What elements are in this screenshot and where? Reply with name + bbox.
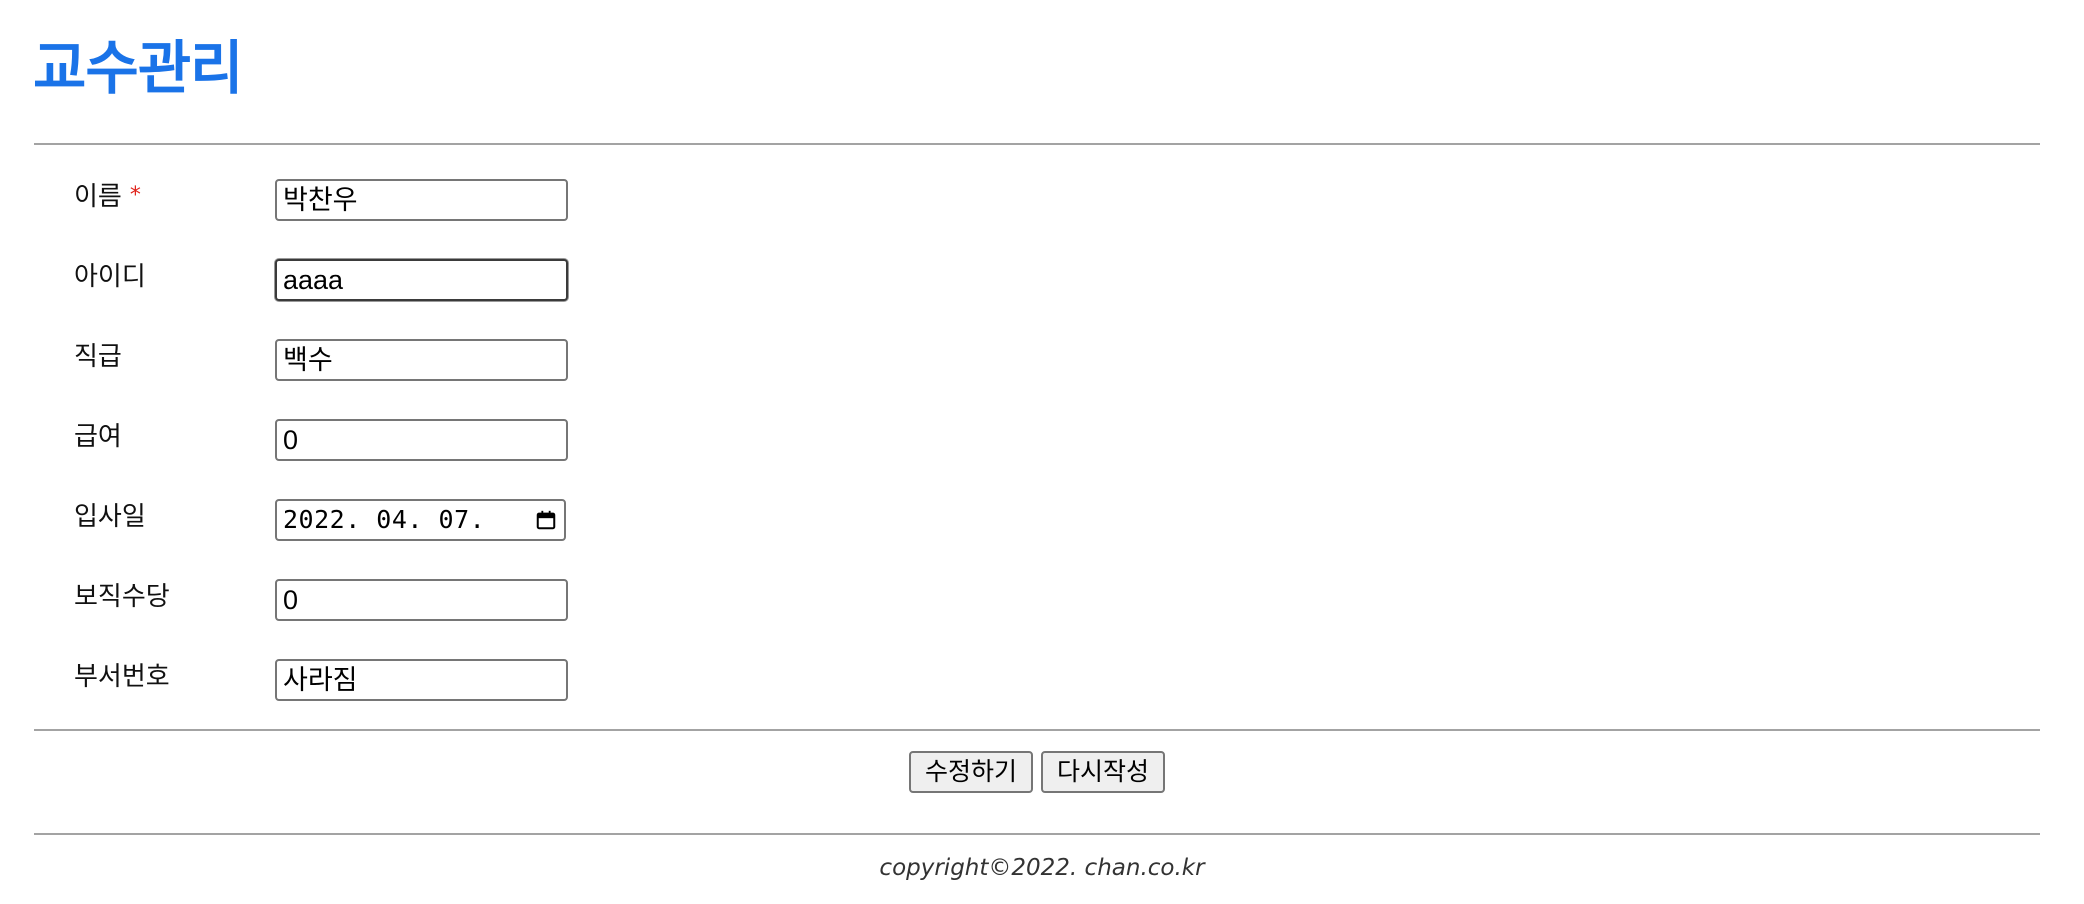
- header-divider: [34, 143, 2040, 145]
- form-row-id: 아이디 aaaa: [0, 259, 700, 304]
- form-row-hire-date: 입사일 2022. 04. 07.: [0, 499, 700, 544]
- form-row-salary: 급여 0: [0, 419, 700, 464]
- form-row-position: 직급 백수: [0, 339, 700, 384]
- required-mark: *: [129, 183, 141, 208]
- reset-button[interactable]: 다시작성: [1041, 751, 1165, 793]
- hire-date-value: 2022. 04. 07.: [283, 505, 486, 534]
- id-input[interactable]: aaaa: [275, 259, 568, 301]
- form-row-allowance: 보직수당 0: [0, 579, 700, 624]
- department-label: 부서번호: [74, 662, 170, 692]
- allowance-label: 보직수당: [74, 582, 170, 612]
- form-row-name: 이름 * 박찬우: [0, 179, 700, 224]
- button-bar: 수정하기 다시작성: [0, 751, 2084, 795]
- submit-button[interactable]: 수정하기: [909, 751, 1033, 793]
- hire-date-label: 입사일: [74, 502, 146, 532]
- footer-divider: [34, 833, 2040, 835]
- hire-date-input[interactable]: 2022. 04. 07.: [275, 499, 566, 541]
- position-label: 직급: [74, 342, 122, 372]
- form-row-department: 부서번호 사라짐: [0, 659, 700, 704]
- allowance-input[interactable]: 0: [275, 579, 568, 621]
- calendar-icon[interactable]: [535, 509, 557, 531]
- page-title: 교수관리: [33, 34, 243, 102]
- copyright-text: copyright©2022. chan.co.kr: [879, 855, 1205, 881]
- form-divider: [34, 729, 2040, 731]
- name-input[interactable]: 박찬우: [275, 179, 568, 221]
- department-input[interactable]: 사라짐: [275, 659, 568, 701]
- name-label: 이름 *: [74, 182, 141, 212]
- salary-input[interactable]: 0: [275, 419, 568, 461]
- salary-label: 급여: [74, 422, 122, 452]
- id-label: 아이디: [74, 262, 146, 292]
- position-input[interactable]: 백수: [275, 339, 568, 381]
